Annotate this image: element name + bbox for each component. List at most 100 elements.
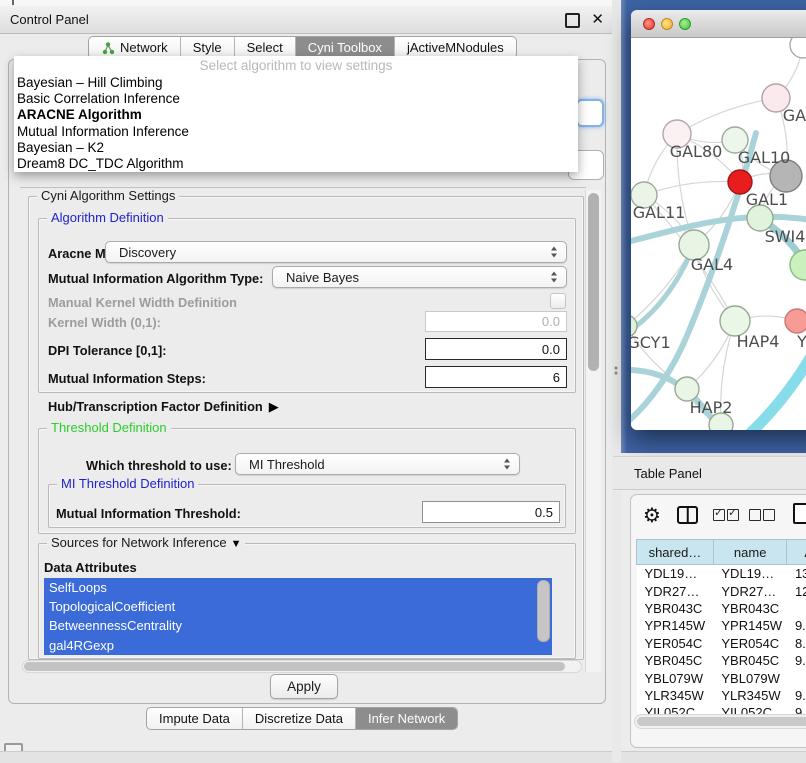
kernel-width-input[interactable]: [425, 311, 567, 332]
control-panel-title: Control Panel: [10, 12, 89, 27]
network-view-window[interactable]: GAL2GAL80GAL10GAL1GAL11SWI4GAL4GCY1HAP4Y…: [631, 10, 806, 430]
table-panel-titlebar: Table Panel: [613, 456, 806, 490]
tab-discretize-data[interactable]: Discretize Data: [243, 708, 356, 729]
algorithm-popup-item[interactable]: Dream8 DC_TDC Algorithm: [14, 156, 578, 172]
table-cell: YBL079W: [713, 669, 787, 686]
table-cell: [787, 600, 806, 617]
data-attribute-item[interactable]: BetweennessCentrality: [44, 616, 552, 635]
apply-button[interactable]: Apply: [270, 674, 338, 699]
mi-threshold-group-title: MI Threshold Definition: [57, 476, 198, 491]
tab-cyni-toolbox[interactable]: Cyni Toolbox: [296, 37, 395, 58]
tab-impute-data[interactable]: Impute Data: [147, 708, 243, 729]
table-cell: YDL19…: [637, 565, 714, 583]
table-row[interactable]: YBR043CYBR043C: [637, 600, 806, 617]
data-attribute-item[interactable]: gal4RGexp: [44, 636, 552, 655]
mi-type-label: Mutual Information Algorithm Type:: [48, 271, 263, 286]
horizontal-scrollbar-thumb[interactable]: [24, 662, 565, 671]
column-header[interactable]: A: [787, 540, 806, 565]
cyni-bottom-tabbar: Impute Data Discretize Data Infer Networ…: [146, 707, 458, 730]
table-cell: YDR27…: [713, 582, 787, 599]
table-cell: YBR043C: [713, 600, 787, 617]
table-row[interactable]: YPR145WYPR145W9.: [637, 617, 806, 634]
algorithm-popup-item[interactable]: Bayesian – Hill Climbing: [14, 75, 578, 91]
algorithm-popup-item[interactable]: Bayesian – K2: [14, 140, 578, 156]
network-window-titlebar[interactable]: [631, 10, 806, 38]
algorithm-popup-item[interactable]: Basic Correlation Inference: [14, 91, 578, 107]
tab-style-label: Style: [193, 40, 222, 55]
mi-threshold-input[interactable]: [422, 501, 560, 523]
table-row[interactable]: YDL19…YDL19…13: [637, 565, 806, 583]
table-row[interactable]: YLR345WYLR345W9.: [637, 687, 806, 704]
tab-infer-network[interactable]: Infer Network: [356, 708, 457, 729]
table-cell: 9.: [787, 687, 806, 704]
mi-type-combo[interactable]: Naive Bayes: [272, 266, 567, 288]
table-cell: 9.: [787, 652, 806, 669]
minimize-traffic-light-icon[interactable]: [661, 18, 673, 30]
splitter-handle[interactable]: [614, 366, 619, 375]
table-cell: [787, 669, 806, 686]
window-edge-tick: [12, 0, 14, 5]
algorithm-popup-item[interactable]: Mutual Information Inference: [14, 124, 578, 140]
column-header[interactable]: name: [713, 540, 787, 565]
table-cell: YLR345W: [713, 687, 787, 704]
network-node-label: GCY1: [631, 333, 671, 352]
node-attribute-table[interactable]: shared…nameA YDL19…YDL19…13YDR27…YDR27…1…: [636, 539, 806, 715]
table-cell: YBR043C: [637, 600, 714, 617]
window-bottom-strip: [0, 751, 806, 763]
mi-steps-input[interactable]: [425, 366, 567, 388]
settings-scrollbar-thumb[interactable]: [588, 193, 599, 371]
network-node-label: GAL11: [633, 203, 686, 222]
sources-group-title[interactable]: Sources for Network Inference▼: [47, 535, 245, 550]
stepper-arrows-icon: [503, 459, 512, 470]
table-row[interactable]: YBL079WYBL079W: [637, 669, 806, 686]
float-window-icon[interactable]: [565, 13, 580, 28]
hidden-combo-fragment: [576, 99, 604, 127]
which-threshold-value: MI Threshold: [249, 457, 325, 472]
mi-type-value: Naive Bayes: [286, 270, 359, 285]
manual-kernel-checkbox[interactable]: [550, 293, 566, 309]
table-scrollbar-thumb[interactable]: [637, 717, 806, 726]
network-edge: [677, 98, 776, 134]
dpi-tolerance-label: DPI Tolerance [0,1]:: [48, 343, 167, 358]
tab-select[interactable]: Select: [235, 37, 296, 58]
table-horizontal-scrollbar[interactable]: [634, 714, 806, 729]
dpi-tolerance-input[interactable]: [425, 338, 567, 360]
network-node[interactable]: [790, 38, 806, 58]
stepper-arrows-icon: [550, 247, 559, 258]
data-attribute-item[interactable]: TopologicalCoefficient: [44, 597, 552, 616]
data-attributes-list[interactable]: SelfLoopsTopologicalCoefficientBetweenne…: [44, 578, 552, 655]
threshold-definition-title: Threshold Definition: [47, 420, 171, 435]
aracne-mode-combo[interactable]: Discovery: [105, 241, 567, 263]
data-attributes-label: Data Attributes: [44, 560, 137, 575]
which-threshold-combo[interactable]: MI Threshold: [235, 453, 520, 475]
table-panel: ⚙ ✓ ✓ shared…nameA YDL19…YDL19…13YDR27…Y…: [630, 494, 806, 748]
close-traffic-light-icon[interactable]: [643, 18, 655, 30]
tab-style[interactable]: Style: [181, 37, 235, 58]
table-row[interactable]: YDR27…YDR27…12: [637, 582, 806, 599]
network-node-label: GAL10: [738, 148, 791, 167]
settings-vertical-scrollbar[interactable]: [585, 190, 601, 672]
tab-infer-network-label: Infer Network: [368, 711, 445, 726]
data-attribute-item[interactable]: SelfLoops: [44, 578, 552, 597]
attributes-scrollbar-thumb[interactable]: [537, 580, 550, 642]
kernel-width-label: Kernel Width (0,1):: [48, 315, 161, 330]
column-header[interactable]: shared…: [637, 540, 714, 565]
algorithm-popup-item[interactable]: ARACNE Algorithm: [14, 107, 578, 123]
settings-horizontal-scrollbar[interactable]: [22, 660, 582, 673]
table-row[interactable]: YER054CYER054C8.: [637, 635, 806, 652]
table-cell: YPR145W: [637, 617, 714, 634]
panel-splitter[interactable]: [612, 0, 621, 762]
hub-definition-toggle[interactable]: Hub/Transcription Factor Definition▶: [48, 399, 279, 415]
cyni-algorithm-settings-title: Cyni Algorithm Settings: [37, 188, 179, 203]
network-node[interactable]: [790, 250, 806, 280]
network-canvas[interactable]: GAL2GAL80GAL10GAL1GAL11SWI4GAL4GCY1HAP4Y…: [631, 38, 806, 430]
table-row[interactable]: YBR045CYBR045C9.: [637, 652, 806, 669]
collapse-arrow-icon: ▼: [231, 538, 242, 550]
tab-network[interactable]: Network: [89, 37, 181, 58]
tab-jactivemnodules[interactable]: jActiveMNodules: [395, 37, 516, 58]
zoom-traffic-light-icon[interactable]: [679, 18, 691, 30]
network-node[interactable]: [785, 309, 806, 333]
close-icon[interactable]: ✕: [591, 10, 604, 28]
table-cell: YDL19…: [713, 565, 787, 583]
tab-select-label: Select: [247, 40, 283, 55]
